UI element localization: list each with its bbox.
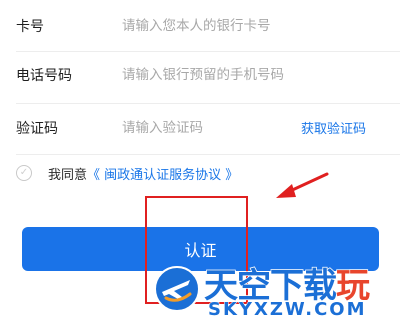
check-icon: ✓ xyxy=(19,167,29,178)
agreement-prefix: 我同意 xyxy=(48,167,88,183)
phone-input[interactable] xyxy=(122,63,352,87)
annotation-arrow-icon xyxy=(276,172,329,198)
watermark-subtitle: SKYXZW.COM xyxy=(208,299,367,320)
phone-row: 电话号码 xyxy=(0,51,400,99)
verification-code-input[interactable] xyxy=(122,116,282,140)
divider xyxy=(16,154,400,155)
phone-label: 电话号码 xyxy=(16,68,72,84)
plane-logo-icon xyxy=(154,266,200,312)
verification-code-label: 验证码 xyxy=(16,121,58,137)
agreement-row: ✓ 我同意 《 闽政通认证服务协议 》 xyxy=(16,161,238,185)
agreement-link[interactable]: 《 闽政通认证服务协议 》 xyxy=(87,164,238,183)
card-number-input[interactable] xyxy=(122,14,352,38)
card-number-row: 卡号 xyxy=(0,2,400,50)
agreement-checkbox[interactable]: ✓ xyxy=(16,165,32,181)
get-code-button[interactable]: 获取验证码 xyxy=(301,118,366,137)
card-number-label: 卡号 xyxy=(16,19,44,35)
watermark: 天空下载玩 SKYXZW.COM xyxy=(144,258,400,320)
